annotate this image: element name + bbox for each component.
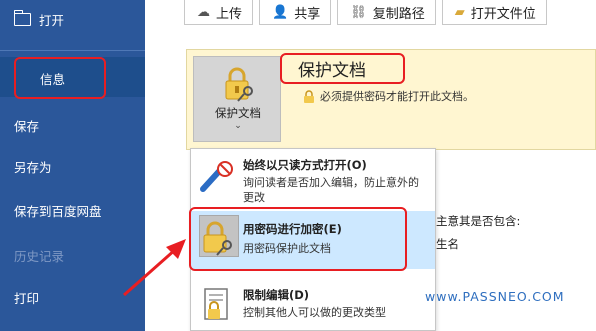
sidebar-item-open[interactable]: 打开 bbox=[13, 10, 65, 29]
upload-button[interactable]: ☁ 上传 bbox=[184, 0, 254, 25]
file-toolbar: ☁ 上传 👤 共享 ⛓ 复制路径 ▰ 打开文件位 bbox=[184, 0, 547, 25]
open-location-label: 打开文件位 bbox=[470, 6, 536, 22]
menu-item-restrict-editing[interactable]: 限制编辑(D) 控制其他人可以做的更改类型 bbox=[191, 279, 435, 331]
menu-item-read-only-desc: 询问读者是否加入编辑，防止意外的更改 bbox=[243, 176, 419, 204]
folder-open-icon bbox=[13, 10, 31, 26]
lock-key-icon bbox=[225, 67, 253, 102]
sidebar-item-save-to-baidu[interactable]: 保存到百度网盘 bbox=[14, 201, 102, 220]
share-label: 共享 bbox=[294, 6, 321, 22]
sidebar-item-open-label: 打开 bbox=[39, 13, 65, 28]
sidebar-item-save-as[interactable]: 另存为 bbox=[14, 157, 52, 176]
copy-path-label: 复制路径 bbox=[372, 6, 425, 22]
sidebar-item-history: 历史记录 bbox=[14, 249, 65, 264]
open-location-button[interactable]: ▰ 打开文件位 bbox=[441, 0, 547, 25]
document-lock-icon bbox=[204, 288, 228, 320]
protect-document-button[interactable]: 保护文档 ⌄ bbox=[193, 56, 281, 142]
background-text-1: 主意其是否包含: bbox=[436, 214, 521, 228]
protect-description-text: 必须提供密码才能打开此文档。 bbox=[320, 90, 474, 103]
chevron-down-icon: ⌄ bbox=[234, 121, 242, 131]
cloud-upload-icon: ☁ bbox=[197, 4, 210, 20]
folder-icon: ▰ bbox=[454, 4, 465, 20]
small-lock-icon bbox=[304, 89, 314, 103]
copy-path-button[interactable]: ⛓ 复制路径 bbox=[337, 0, 436, 25]
share-button[interactable]: 👤 共享 bbox=[259, 0, 332, 25]
menu-item-read-only[interactable]: 始终以只读方式打开(O) 询问读者是否加入编辑，防止意外的更改 bbox=[191, 149, 435, 209]
link-icon: ⛓ bbox=[350, 4, 367, 20]
info-highlight-box bbox=[14, 57, 106, 99]
upload-label: 上传 bbox=[216, 6, 243, 22]
pencil-no-icon bbox=[200, 161, 233, 192]
watermark: www.PASSNEO.COM bbox=[425, 289, 565, 304]
menu-item-restrict-title: 限制编辑(D) bbox=[243, 288, 310, 302]
encrypt-highlight-box bbox=[189, 207, 407, 271]
title-highlight-box bbox=[280, 53, 405, 84]
protect-document-description: 必须提供密码才能打开此文档。 bbox=[303, 88, 474, 104]
protect-document-button-label: 保护文档 bbox=[215, 106, 261, 120]
red-arrow-icon bbox=[123, 239, 186, 297]
person-share-icon: 👤 bbox=[272, 4, 289, 20]
menu-item-read-only-title: 始终以只读方式打开(O) bbox=[243, 158, 367, 172]
menu-item-restrict-desc: 控制其他人可以做的更改类型 bbox=[243, 306, 386, 319]
sidebar-divider bbox=[0, 50, 145, 51]
sidebar-item-print[interactable]: 打印 bbox=[14, 288, 39, 307]
background-text-2: 生名 bbox=[436, 237, 459, 251]
sidebar-item-save[interactable]: 保存 bbox=[14, 116, 39, 135]
